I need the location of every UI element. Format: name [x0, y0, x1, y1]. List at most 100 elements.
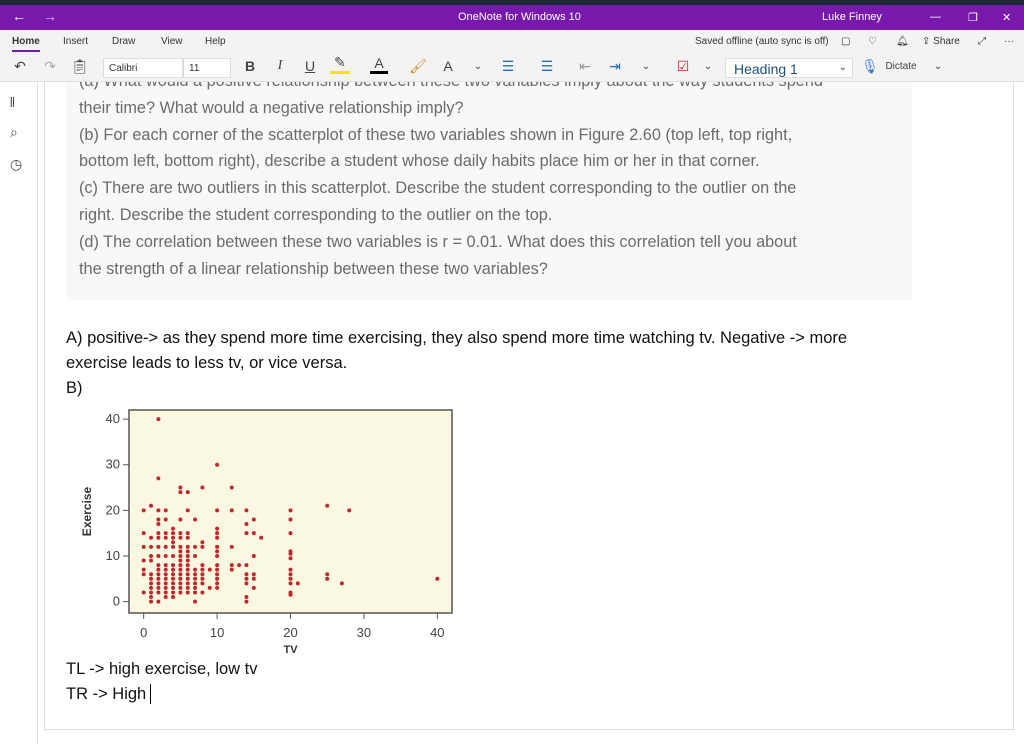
question-line: the strength of a linear relationship be…	[79, 259, 548, 278]
chevron-down-icon[interactable]: ⌄	[638, 54, 654, 78]
data-point	[215, 508, 220, 513]
data-point	[178, 549, 183, 554]
indent-icon[interactable]: ⇥	[605, 54, 625, 78]
format-painter-icon[interactable]: 🖌︎	[408, 54, 428, 78]
data-point	[185, 531, 190, 536]
y-tick-label: 0	[113, 594, 120, 609]
clipboard-icon[interactable]: 📋︎	[70, 54, 90, 78]
tab-insert[interactable]: Insert	[63, 36, 88, 47]
data-point	[244, 576, 249, 581]
data-point	[185, 508, 190, 513]
data-point	[215, 531, 220, 536]
data-point	[178, 576, 183, 581]
data-point	[193, 517, 198, 522]
answer-tr[interactable]: TR -> High	[66, 685, 146, 704]
data-point	[149, 576, 154, 581]
title-bar: ← → OneNote for Windows 10 Luke Finney —…	[0, 5, 1024, 30]
question-line: their time? What would a negative relati…	[79, 98, 464, 117]
data-point	[185, 490, 190, 495]
data-point	[193, 544, 198, 549]
data-point	[185, 553, 190, 558]
notebooks-icon[interactable]: 𝍪	[10, 92, 15, 116]
font-color-icon[interactable]: A	[370, 54, 388, 74]
share-button[interactable]: ⇪ Share	[922, 36, 960, 47]
style-dropdown[interactable]: Heading 1 ⌄	[725, 58, 853, 78]
data-point	[200, 485, 205, 490]
data-point	[163, 553, 168, 558]
undo-icon[interactable]: ↶	[10, 54, 30, 78]
redo-icon[interactable]: ↷	[40, 54, 60, 78]
data-point	[244, 599, 249, 604]
italic-button[interactable]: I	[270, 54, 290, 78]
todo-checkbox-icon[interactable]: ☑	[672, 54, 694, 78]
restore-button[interactable]: ❐	[968, 11, 978, 24]
tab-home[interactable]: Home	[12, 36, 40, 52]
bullets-icon[interactable]: ☰	[498, 54, 518, 78]
x-tick-label: 20	[283, 625, 297, 640]
answer-b-label[interactable]: B)	[66, 379, 83, 398]
data-point	[163, 544, 168, 549]
y-tick-label: 30	[106, 457, 120, 472]
data-point	[288, 581, 293, 586]
highlight-icon[interactable]: ✎	[330, 54, 350, 74]
more-icon[interactable]: ···	[1004, 36, 1014, 47]
bold-button[interactable]: B	[240, 54, 260, 78]
font-name-field[interactable]: Calibri	[103, 58, 183, 78]
numbering-icon[interactable]: ☰	[537, 54, 557, 78]
data-point	[288, 590, 293, 595]
data-point	[163, 572, 168, 577]
answer-a-line2[interactable]: exercise leads to less tv, or vice versa…	[66, 354, 347, 373]
microphone-icon[interactable]: 🎙︎	[861, 54, 879, 78]
data-point	[251, 572, 256, 577]
data-point	[178, 544, 183, 549]
search-icon[interactable]: ⌕	[10, 124, 18, 141]
expand-icon[interactable]: ⤢	[978, 36, 986, 47]
data-point	[149, 585, 154, 590]
data-point	[178, 572, 183, 577]
user-name[interactable]: Luke Finney	[822, 11, 882, 23]
data-point	[178, 590, 183, 595]
chevron-down-icon[interactable]: ⌄	[470, 54, 486, 78]
clear-format-icon[interactable]: A	[438, 54, 458, 78]
forward-icon[interactable]: →	[43, 8, 57, 24]
question-line: bottom left, bottom right), describe a s…	[79, 152, 760, 171]
x-tick-label: 10	[210, 625, 224, 640]
data-point	[185, 590, 190, 595]
minimize-button[interactable]: —	[930, 11, 941, 23]
outdent-icon[interactable]: ⇤	[575, 54, 595, 78]
data-point	[141, 590, 146, 595]
data-point	[215, 576, 220, 581]
bell-icon[interactable]: 🔔︎	[896, 36, 909, 47]
tab-draw[interactable]: Draw	[112, 36, 135, 47]
answer-a-line1[interactable]: A) positive-> as they spend more time ex…	[66, 329, 847, 348]
data-point	[141, 567, 146, 572]
data-point	[156, 531, 161, 536]
close-button[interactable]: ✕	[1002, 11, 1011, 24]
data-point	[163, 590, 168, 595]
data-point	[178, 517, 183, 522]
data-point	[171, 563, 176, 568]
data-point	[178, 531, 183, 536]
answer-tl[interactable]: TL -> high exercise, low tv	[66, 660, 258, 679]
tab-view[interactable]: View	[161, 36, 183, 47]
font-size-field[interactable]: 11	[183, 58, 231, 78]
data-point	[141, 558, 146, 563]
underline-button[interactable]: U	[300, 54, 320, 78]
data-point	[185, 572, 190, 577]
tab-help[interactable]: Help	[205, 36, 226, 47]
notebook-icon[interactable]: ▢	[841, 36, 850, 47]
lightbulb-icon[interactable]: ♡	[868, 36, 877, 47]
data-point	[251, 576, 256, 581]
recent-icon[interactable]: ◷	[10, 156, 22, 173]
dictate-button[interactable]: Dictate	[884, 54, 918, 78]
chevron-down-icon[interactable]: ⌄	[700, 54, 716, 78]
back-icon[interactable]: ←	[12, 8, 26, 24]
x-tick-label: 40	[430, 625, 444, 640]
data-point	[149, 590, 154, 595]
data-point	[171, 553, 176, 558]
data-point	[325, 576, 330, 581]
data-point	[185, 581, 190, 586]
note-page[interactable]: (a) What would a positive relationship b…	[44, 82, 1014, 730]
chevron-down-icon[interactable]: ⌄	[930, 54, 946, 78]
data-point	[156, 508, 161, 513]
